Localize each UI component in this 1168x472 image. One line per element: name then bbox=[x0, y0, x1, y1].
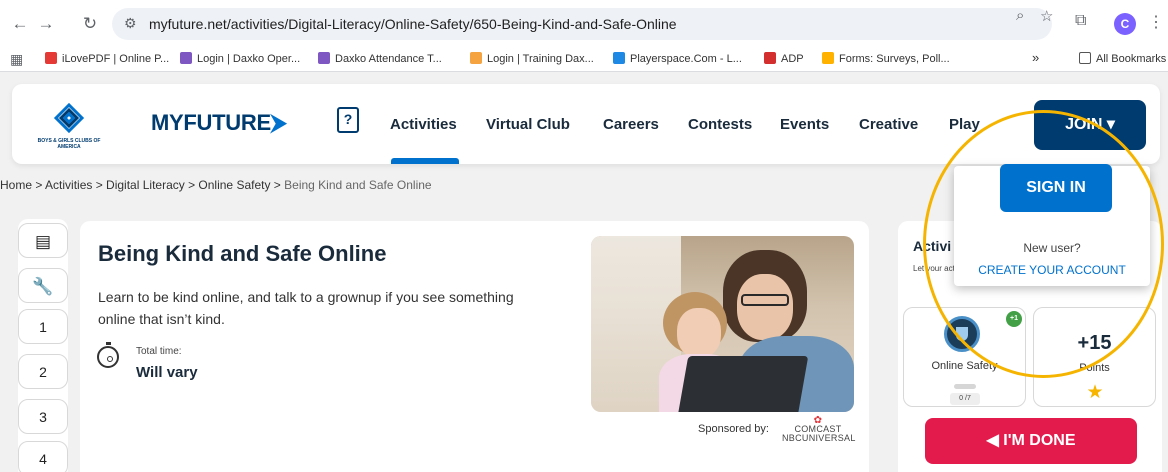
bookmark-favicon-icon bbox=[613, 52, 625, 64]
sponsor-label: Sponsored by: bbox=[698, 423, 769, 435]
step-4-button[interactable]: 4 bbox=[18, 441, 68, 472]
browser-toolbar: ← → ↻ ⚙ myfuture.net/activities/Digital-… bbox=[0, 0, 1168, 48]
step-3-button[interactable]: 3 bbox=[18, 399, 68, 434]
nav-activities[interactable]: Activities bbox=[390, 116, 457, 133]
bookmark-ilovepdf[interactable]: iLovePDF | Online P... bbox=[45, 52, 169, 65]
nav-active-indicator bbox=[391, 158, 459, 164]
activity-description: Learn to be kind online, and talk to a g… bbox=[98, 289, 514, 327]
breadcrumb-current: Being Kind and Safe Online bbox=[284, 178, 432, 192]
all-bookmarks-button[interactable]: All Bookmarks bbox=[1079, 52, 1166, 65]
join-button[interactable]: JOIN ▾ bbox=[1034, 100, 1146, 150]
address-bar[interactable]: ⚙ myfuture.net/activities/Digital-Litera… bbox=[112, 8, 1052, 40]
bookmark-daxko-oper[interactable]: Login | Daxko Oper... bbox=[180, 52, 300, 65]
activity-title: Being Kind and Safe Online bbox=[98, 241, 387, 266]
back-icon[interactable]: ← bbox=[8, 12, 32, 36]
bookmark-favicon-icon bbox=[470, 52, 482, 64]
points-value: +15 bbox=[1077, 332, 1112, 354]
megaphone-icon: ◀ bbox=[986, 432, 1004, 449]
bookmark-favicon-icon bbox=[764, 52, 776, 64]
plus-one-badge: +1 bbox=[1006, 311, 1022, 327]
bookmark-label: iLovePDF | Online P... bbox=[62, 53, 170, 65]
nav-play[interactable]: Play bbox=[949, 116, 980, 133]
panel-title: Activi bbox=[913, 238, 952, 254]
breadcrumb: Home > Activities > Digital Literacy > O… bbox=[0, 178, 432, 192]
extensions-icon[interactable]: ⧉ bbox=[1075, 12, 1086, 30]
brand-arrow-icon: ⮞ bbox=[270, 110, 287, 135]
activity-photo bbox=[591, 236, 854, 412]
bookmark-favicon-icon bbox=[822, 52, 834, 64]
im-done-label: I'M DONE bbox=[1003, 432, 1076, 449]
nav-creative[interactable]: Creative bbox=[859, 116, 918, 133]
photo-laptop bbox=[677, 356, 809, 412]
bookmark-label: Forms: Surveys, Poll... bbox=[839, 53, 950, 65]
time-value: Will vary bbox=[136, 364, 198, 381]
nav-contests[interactable]: Contests bbox=[688, 116, 752, 133]
bookmark-training-daxko[interactable]: Login | Training Dax... bbox=[470, 52, 594, 65]
step-1-button[interactable]: 1 bbox=[18, 309, 68, 344]
bgca-logo-text: BOYS & GIRLS CLUBS OF AMERICA bbox=[37, 138, 101, 150]
star-bookmark-icon[interactable]: ☆ bbox=[1040, 7, 1053, 25]
points-label: Points bbox=[1079, 362, 1110, 374]
shield-icon bbox=[944, 316, 980, 352]
profile-avatar[interactable]: C bbox=[1114, 13, 1136, 35]
url-text[interactable]: myfuture.net/activities/Digital-Literacy… bbox=[149, 16, 677, 32]
more-bookmarks-button[interactable]: » bbox=[1032, 50, 1039, 65]
time-label: Total time: bbox=[136, 346, 182, 357]
badge-name: Online Safety bbox=[931, 360, 998, 372]
bookmark-daxko-attendance[interactable]: Daxko Attendance T... bbox=[318, 52, 442, 65]
bookmark-favicon-icon bbox=[180, 52, 192, 64]
brand-text: MYFUTURE bbox=[151, 110, 271, 135]
menu-kebab-icon[interactable]: ⋮ bbox=[1148, 12, 1164, 32]
bookmark-adp[interactable]: ADP bbox=[764, 52, 804, 65]
folder-icon bbox=[1079, 52, 1091, 64]
create-account-link[interactable]: CREATE YOUR ACCOUNT bbox=[954, 263, 1150, 277]
bgca-logo[interactable]: BOYS & GIRLS CLUBS OF AMERICA bbox=[34, 98, 104, 150]
site-info-icon[interactable]: ⚙ bbox=[124, 15, 137, 32]
reload-icon[interactable]: ↻ bbox=[78, 12, 102, 36]
wrench-icon[interactable]: 🔧 bbox=[18, 268, 68, 303]
forward-icon[interactable]: → bbox=[34, 12, 58, 36]
nav-events[interactable]: Events bbox=[780, 116, 829, 133]
bookmark-favicon-icon bbox=[45, 52, 57, 64]
myfuture-brand[interactable]: MYFUTURE⮞ bbox=[151, 110, 287, 136]
bookmarks-bar: ▦ iLovePDF | Online P... Login | Daxko O… bbox=[0, 48, 1168, 72]
star-icon: ★ bbox=[1086, 382, 1104, 403]
bookmark-label: Daxko Attendance T... bbox=[335, 53, 442, 65]
im-done-button[interactable]: ◀ I'M DONE bbox=[925, 418, 1137, 464]
all-bookmarks-label: All Bookmarks bbox=[1096, 53, 1167, 65]
badge-progress-text: 0 /7 bbox=[950, 393, 980, 405]
nav-virtual-club[interactable]: Virtual Club bbox=[486, 116, 570, 133]
photo-child-face bbox=[677, 308, 721, 358]
sponsor-name-line2: NBCUNIVERSAL bbox=[782, 433, 856, 443]
new-user-text: New user? bbox=[1023, 241, 1081, 255]
bookmark-label: Playerspace.Com - L... bbox=[630, 53, 742, 65]
bookmark-label: Login | Daxko Oper... bbox=[197, 53, 301, 65]
photo-glasses bbox=[741, 294, 789, 306]
bookmark-label: ADP bbox=[781, 53, 804, 65]
bookmark-forms[interactable]: Forms: Surveys, Poll... bbox=[822, 52, 950, 65]
breadcrumb-trail[interactable]: Home > Activities > Digital Literacy > O… bbox=[0, 178, 284, 192]
bgca-logo-icon bbox=[53, 102, 85, 134]
notes-icon[interactable]: ▤ bbox=[18, 223, 68, 258]
step-rail: ▤ 🔧 1 2 3 4 bbox=[18, 219, 68, 472]
zoom-icon[interactable]: ⌕ bbox=[1016, 7, 1024, 24]
photo-parent-face bbox=[737, 274, 793, 340]
bookmark-label: Login | Training Dax... bbox=[487, 53, 594, 65]
sign-in-button[interactable]: SIGN IN bbox=[1000, 164, 1112, 212]
step-2-button[interactable]: 2 bbox=[18, 354, 68, 389]
timer-icon bbox=[97, 342, 119, 368]
badge-progress-bar bbox=[954, 384, 976, 389]
apps-grid-icon[interactable]: ▦ bbox=[10, 51, 23, 68]
sponsor-logo[interactable]: ✿ COMCAST NBCUNIVERSAL bbox=[782, 416, 856, 443]
bookmark-favicon-icon bbox=[318, 52, 330, 64]
help-book-icon[interactable]: ? bbox=[337, 107, 359, 133]
site-header: BOYS & GIRLS CLUBS OF AMERICA MYFUTURE⮞ … bbox=[12, 84, 1160, 164]
nav-careers[interactable]: Careers bbox=[603, 116, 659, 133]
bookmark-playerspace[interactable]: Playerspace.Com - L... bbox=[613, 52, 742, 65]
